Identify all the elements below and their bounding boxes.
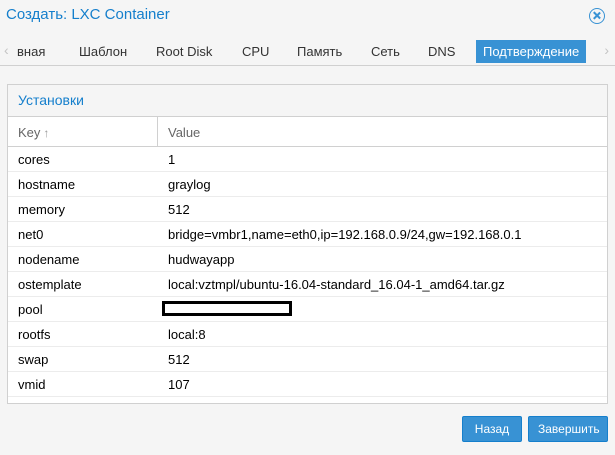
table-row[interactable]: swap 512 bbox=[8, 347, 607, 372]
tab-general[interactable]: вная bbox=[10, 40, 52, 63]
column-header-value[interactable]: Value bbox=[158, 117, 607, 147]
table-row[interactable]: rootfs local:8 bbox=[8, 322, 607, 347]
table-row[interactable]: vmid 107 bbox=[8, 372, 607, 397]
column-header-value-label: Value bbox=[168, 125, 201, 140]
row-value: local:vztmpl/ubuntu-16.04-standard_16.04… bbox=[168, 277, 505, 292]
column-header-key-label: Key bbox=[18, 125, 41, 140]
table-row[interactable]: ostemplate local:vztmpl/ubuntu-16.04-sta… bbox=[8, 272, 607, 297]
tab-confirm[interactable]: Подтверждение bbox=[476, 40, 587, 63]
row-value: 512 bbox=[168, 352, 190, 367]
row-key: memory bbox=[18, 202, 65, 217]
grid-header: Key ↑ Value bbox=[8, 117, 607, 147]
row-value: 107 bbox=[168, 377, 190, 392]
chevron-right-icon[interactable]: › bbox=[604, 42, 609, 58]
column-header-key[interactable]: Key ↑ bbox=[8, 117, 158, 147]
table-row[interactable]: cores 1 bbox=[8, 147, 607, 172]
row-value: local:8 bbox=[168, 327, 206, 342]
redaction-box bbox=[162, 301, 292, 316]
row-value: 1 bbox=[168, 152, 176, 167]
table-row[interactable]: nodename hudwayapp bbox=[8, 247, 607, 272]
row-value: bridge=vmbr1,name=eth0,ip=192.168.0.9/24… bbox=[168, 227, 522, 242]
panel-title: Установки bbox=[18, 92, 84, 108]
row-key: ostemplate bbox=[18, 277, 82, 292]
tab-network[interactable]: Сеть bbox=[364, 40, 407, 63]
row-key: vmid bbox=[18, 377, 46, 392]
wizard-tabbar: ‹ вная Шаблон Root Disk CPU Память Сеть … bbox=[0, 36, 615, 66]
row-key: cores bbox=[18, 152, 50, 167]
row-key: net0 bbox=[18, 227, 44, 242]
settings-panel: Установки Key ↑ Value cores 1 hostname gr… bbox=[7, 84, 608, 404]
row-key: nodename bbox=[18, 252, 80, 267]
close-icon[interactable] bbox=[589, 8, 605, 24]
dialog-footer: Назад Завершить bbox=[0, 404, 615, 455]
table-row[interactable]: memory 512 bbox=[8, 197, 607, 222]
chevron-left-icon[interactable]: ‹ bbox=[4, 42, 9, 58]
tab-cpu[interactable]: CPU bbox=[235, 40, 276, 63]
tab-template[interactable]: Шаблон bbox=[72, 40, 134, 63]
create-lxc-dialog: Создать: LXC Container ‹ вная Шаблон Roo… bbox=[0, 0, 615, 455]
back-button[interactable]: Назад bbox=[462, 416, 522, 442]
tab-dns[interactable]: DNS bbox=[421, 40, 462, 63]
dialog-titlebar: Создать: LXC Container bbox=[0, 0, 615, 32]
panel-header: Установки bbox=[8, 85, 607, 117]
settings-grid: Key ↑ Value cores 1 hostname graylog memo… bbox=[8, 117, 607, 397]
tab-divider bbox=[0, 65, 615, 66]
table-row[interactable]: hostname graylog bbox=[8, 172, 607, 197]
row-key: rootfs bbox=[18, 327, 51, 342]
dialog-title: Создать: LXC Container bbox=[6, 6, 170, 23]
row-value: 512 bbox=[168, 202, 190, 217]
row-key: swap bbox=[18, 352, 49, 367]
sort-asc-icon: ↑ bbox=[43, 126, 50, 140]
table-row[interactable]: net0 bridge=vmbr1,name=eth0,ip=192.168.0… bbox=[8, 222, 607, 247]
tab-root-disk[interactable]: Root Disk bbox=[149, 40, 219, 63]
row-key: pool bbox=[18, 302, 43, 317]
table-row[interactable]: pool bbox=[8, 297, 607, 322]
row-value: hudwayapp bbox=[168, 252, 235, 267]
row-value: graylog bbox=[168, 177, 211, 192]
tab-memory[interactable]: Память bbox=[290, 40, 349, 63]
row-key: hostname bbox=[18, 177, 76, 192]
finish-button[interactable]: Завершить bbox=[528, 416, 608, 442]
